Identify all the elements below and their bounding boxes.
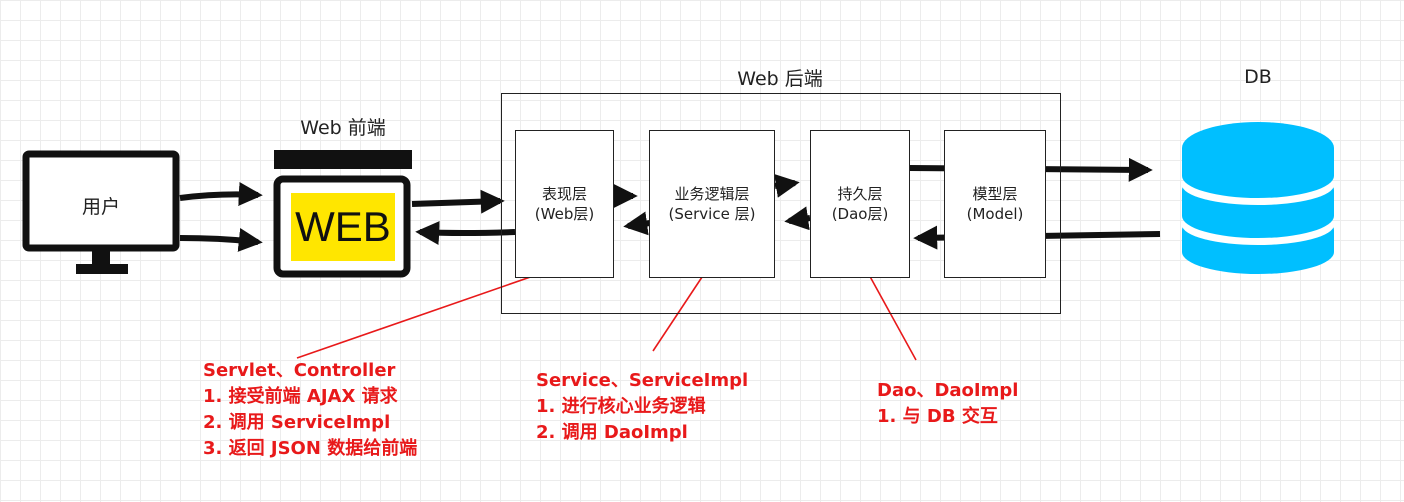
note-dao-line: Dao、DaoImpl: [877, 380, 1019, 401]
note-dao-layer: Dao、DaoImpl 1. 与 DB 交互: [877, 378, 1018, 430]
note-web-line: Servlet、Controller: [203, 360, 396, 381]
database-icon: [1182, 122, 1334, 274]
arrow-frontend-to-user: [179, 228, 263, 252]
layer-model-sub: (Model): [966, 205, 1024, 223]
layer-box-service: 业务逻辑层 (Service 层): [649, 130, 775, 278]
web-badge-label: WEB: [295, 203, 391, 250]
note-service-line: Service、ServiceImpl: [536, 370, 749, 391]
layer-service-sub: (Service 层): [668, 205, 756, 223]
layer-model-name: 模型层: [972, 185, 1018, 203]
db-title: DB: [1244, 66, 1272, 88]
layer-web-name: 表现层: [541, 185, 587, 203]
layer-box-dao: 持久层 (Dao层): [810, 130, 910, 278]
note-web-line: 1. 接受前端 AJAX 请求: [203, 386, 398, 407]
layer-dao-name: 持久层: [837, 185, 883, 203]
arrow-frontend-to-web-layer: [411, 189, 505, 214]
arrow-user-to-frontend: [179, 182, 263, 206]
layer-web-sub: (Web层): [534, 205, 595, 223]
layer-dao-sub: (Dao层): [831, 205, 889, 223]
user-label: 用户: [81, 196, 120, 218]
layer-service-name: 业务逻辑层: [674, 185, 750, 203]
note-web-layer: Servlet、Controller 1. 接受前端 AJAX 请求 2. 调用…: [203, 358, 417, 462]
note-service-line: 2. 调用 DaoImpl: [536, 422, 688, 443]
note-web-line: 2. 调用 ServiceImpl: [203, 412, 391, 433]
note-service-line: 1. 进行核心业务逻辑: [536, 396, 706, 417]
note-web-line: 3. 返回 JSON 数据给前端: [203, 438, 418, 459]
backend-title: Web 后端: [737, 68, 823, 90]
note-dao-line: 1. 与 DB 交互: [877, 406, 998, 427]
note-service-layer: Service、ServiceImpl 1. 进行核心业务逻辑 2. 调用 Da…: [536, 368, 748, 446]
layer-box-web: 表现层 (Web层): [515, 130, 614, 278]
layer-box-model: 模型层 (Model): [944, 130, 1046, 278]
frontend-title: Web 前端: [300, 117, 386, 139]
